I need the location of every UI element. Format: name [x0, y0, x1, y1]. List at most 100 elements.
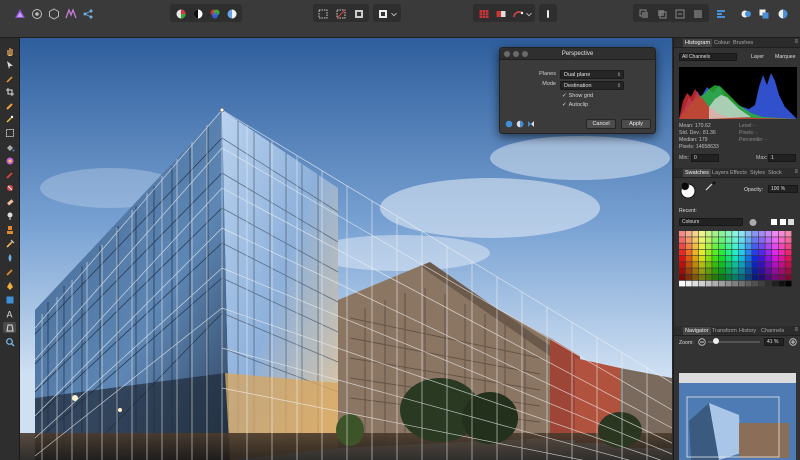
colour-swatch[interactable]	[765, 249, 772, 256]
colour-swatch[interactable]	[752, 280, 759, 287]
colour-swatch[interactable]	[772, 280, 779, 287]
colour-swatch[interactable]	[778, 280, 785, 287]
zoom-tool-icon[interactable]	[3, 336, 16, 347]
colour-swatch[interactable]	[712, 243, 719, 250]
colour-swatch[interactable]	[718, 249, 725, 256]
autoclip-checkbox[interactable]: ✓ Autoclip	[562, 102, 588, 108]
colour-swatch[interactable]	[725, 255, 732, 262]
chevron-down-icon[interactable]	[524, 6, 534, 22]
colour-swatch[interactable]	[725, 262, 732, 268]
close-dialog-icon[interactable]	[504, 51, 510, 57]
colour-swatch[interactable]	[705, 243, 712, 250]
paint-brush-tool-icon[interactable]	[3, 169, 16, 180]
colour-swatch[interactable]	[765, 231, 772, 237]
colour-swatch[interactable]	[765, 237, 772, 243]
marquee-tool-icon[interactable]	[3, 127, 16, 138]
colour-swatch[interactable]	[772, 268, 779, 274]
colour-swatch[interactable]	[738, 280, 745, 287]
mode-select[interactable]: Destination ⇕	[560, 81, 624, 90]
colour-swatch[interactable]	[718, 243, 725, 250]
zoom-dialog-icon[interactable]	[522, 51, 528, 57]
colour-swatch[interactable]	[758, 231, 765, 237]
flood-select-tool-icon[interactable]	[3, 113, 16, 124]
colour-swatch[interactable]	[718, 231, 725, 237]
channel-select[interactable]: All Channels	[679, 53, 737, 61]
colour-swatch[interactable]	[712, 280, 719, 287]
colour-swatch[interactable]	[758, 262, 765, 268]
colour-swatch[interactable]	[745, 255, 752, 262]
colour-swatch[interactable]	[732, 237, 739, 243]
palette-options-icon[interactable]	[748, 218, 758, 227]
colour-swatch[interactable]	[679, 231, 686, 237]
colour-swatch[interactable]	[732, 249, 739, 256]
colour-swatch[interactable]	[692, 237, 699, 243]
colour-swatch[interactable]	[712, 268, 719, 274]
colour-swatch[interactable]	[698, 280, 705, 287]
colour-swatch[interactable]	[698, 231, 705, 237]
colour-swatch[interactable]	[685, 237, 692, 243]
tone-mapping-persona-icon[interactable]	[63, 6, 79, 22]
colour-swatch[interactable]	[725, 231, 732, 237]
tab-colour[interactable]: Colour	[714, 40, 730, 46]
colour-swatch[interactable]	[679, 255, 686, 262]
colour-swatch[interactable]	[692, 231, 699, 237]
view-mode-icon[interactable]	[756, 6, 772, 22]
colour-swatch[interactable]	[718, 237, 725, 243]
colour-swatch[interactable]	[692, 262, 699, 268]
colour-swatch[interactable]	[685, 243, 692, 250]
colour-swatch[interactable]	[738, 237, 745, 243]
colour-swatch[interactable]	[778, 249, 785, 256]
align-icon[interactable]	[713, 6, 729, 22]
colour-swatch[interactable]	[758, 249, 765, 256]
colour-swatch[interactable]	[692, 255, 699, 262]
color-picker-tool-icon[interactable]	[3, 73, 16, 84]
colour-swatch[interactable]	[712, 274, 719, 281]
colour-swatch[interactable]	[685, 231, 692, 237]
develop-persona-icon[interactable]	[46, 6, 62, 22]
deselect-icon[interactable]	[333, 6, 349, 22]
colour-swatch[interactable]	[758, 274, 765, 281]
colour-swatch[interactable]	[772, 237, 779, 243]
colour-swatch[interactable]	[732, 262, 739, 268]
colour-swatch[interactable]	[745, 243, 752, 250]
colour-swatch[interactable]	[752, 268, 759, 274]
colour-swatch[interactable]	[705, 231, 712, 237]
invert-selection-icon[interactable]	[351, 6, 367, 22]
tab-effects[interactable]: Effects	[730, 170, 747, 176]
split-mode-icon[interactable]	[516, 120, 524, 128]
select-all-icon[interactable]	[315, 6, 331, 22]
photo-persona-icon[interactable]	[12, 6, 28, 22]
colour-swatch[interactable]	[698, 255, 705, 262]
zoom-slider-handle[interactable]	[713, 338, 719, 344]
colour-swatch[interactable]	[712, 231, 719, 237]
colour-swatch[interactable]	[752, 231, 759, 237]
colour-swatch[interactable]	[758, 268, 765, 274]
colour-swatch[interactable]	[778, 237, 785, 243]
colour-swatch[interactable]	[778, 231, 785, 237]
tab-styles[interactable]: Styles	[750, 170, 765, 176]
clone-tool-icon[interactable]	[3, 224, 16, 235]
colour-swatch[interactable]	[752, 249, 759, 256]
colour-swatch[interactable]	[738, 255, 745, 262]
planes-select[interactable]: Dual plane ⇕	[560, 70, 624, 79]
white-swatch[interactable]	[771, 219, 777, 225]
colour-swatch[interactable]	[745, 274, 752, 281]
shape-tool-icon[interactable]	[3, 294, 16, 305]
colour-swatch[interactable]	[785, 243, 792, 250]
colour-swatch[interactable]	[772, 262, 779, 268]
navigator-preview[interactable]	[679, 373, 796, 460]
colour-swatch[interactable]	[752, 243, 759, 250]
apply-button[interactable]: Apply	[621, 119, 651, 129]
colour-swatch[interactable]	[772, 255, 779, 262]
colour-swatch[interactable]	[725, 249, 732, 256]
text-tool-icon[interactable]: A	[3, 308, 16, 319]
min-input[interactable]: 0	[691, 154, 719, 162]
auto-white-balance-icon[interactable]	[224, 6, 240, 22]
panel-menu-icon[interactable]: ≡	[794, 327, 798, 333]
colour-swatch[interactable]	[785, 249, 792, 256]
colour-swatch[interactable]	[745, 262, 752, 268]
colour-swatch[interactable]	[758, 237, 765, 243]
colour-swatch[interactable]	[705, 249, 712, 256]
colour-swatch[interactable]	[758, 243, 765, 250]
colour-swatch[interactable]	[732, 255, 739, 262]
